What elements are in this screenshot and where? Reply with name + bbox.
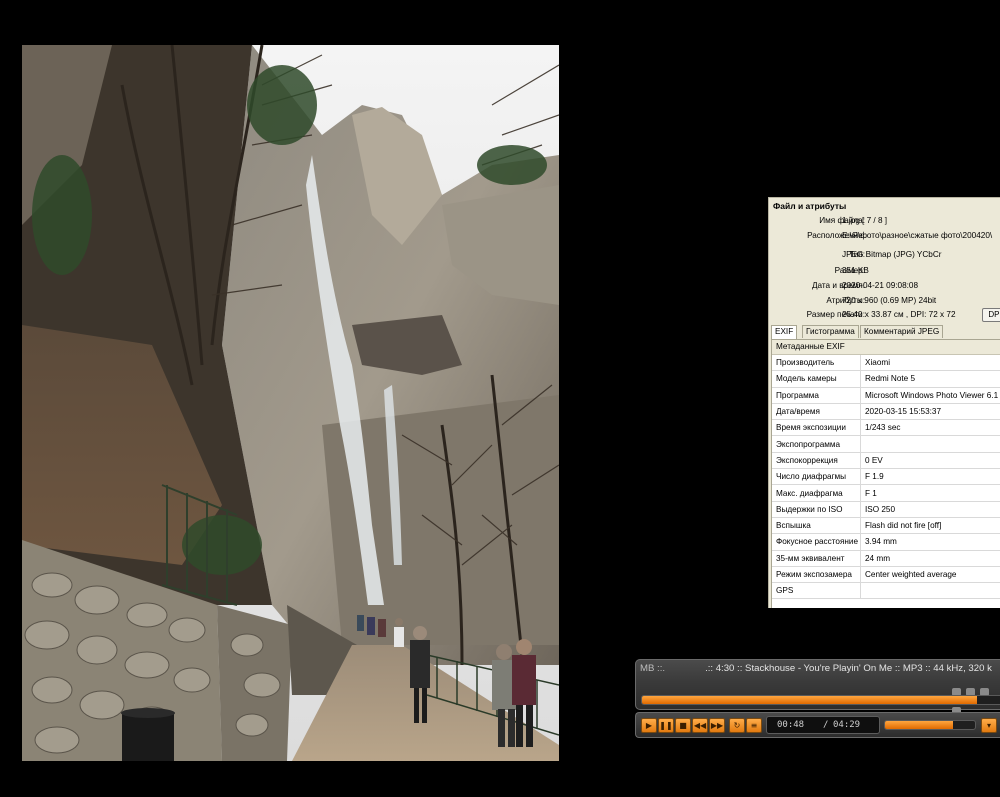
exif-value: 0 EV <box>860 452 1000 470</box>
field-value: 2020-04-21 09:08:08 <box>842 281 919 290</box>
volume-slider[interactable] <box>884 720 976 730</box>
time-display[interactable]: 00:48 / 04:29 <box>766 716 880 734</box>
stop-icon[interactable]: ■ <box>675 718 691 733</box>
exif-value: Microsoft Windows Photo Viewer 6.1 <box>860 387 1000 404</box>
table-row[interactable]: 35-мм эквивалент 24 mm <box>772 550 1000 567</box>
table-row[interactable]: Фокусное расстояние 3.94 mm <box>772 533 1000 551</box>
waterfall-photo <box>22 45 559 761</box>
table-row[interactable]: Макс. диафрагма F 1 <box>772 484 1000 502</box>
seek-bar[interactable] <box>641 695 1000 705</box>
exif-key: Вспышка <box>772 517 861 535</box>
player-display: MB ::. .:: 4:30 :: Stackhouse - You're Pl… <box>635 659 1000 715</box>
playlist-icon[interactable]: ≡ <box>746 718 762 733</box>
time-total: 04:29 <box>833 720 861 730</box>
ticker-track-info: .:: 4:30 :: Stackhouse - You're Playin' … <box>705 663 992 674</box>
table-row[interactable]: Модель камеры Redmi Note 5 <box>772 370 1000 388</box>
table-row[interactable]: Дата/время 2020-03-15 15:53:37 <box>772 403 1000 421</box>
table-row[interactable]: GPS <box>772 582 1000 600</box>
exif-key: Программа <box>772 387 861 404</box>
field-print-size: Размер печати: 25.40 x 33.87 см , DPI: 7… <box>769 309 1000 321</box>
field-size: Размер: 351 KB <box>769 265 1000 277</box>
exif-key: Дата/время <box>772 403 861 421</box>
table-row[interactable]: Вспышка Flash did not fire [off] <box>772 517 1000 535</box>
exif-key: Выдержки по ISO <box>772 501 861 518</box>
exif-value: Redmi Note 5 <box>860 370 1000 388</box>
exif-value <box>860 582 1000 600</box>
field-value: E:\Я\фото\разное\сжатые фото\200420\ <box>842 231 993 240</box>
ticker-prefix: MB ::. <box>640 663 666 674</box>
exif-value: F 1 <box>860 484 1000 502</box>
field-attributes: Атрибуты: 720 x 960 (0.69 MP) 24bit <box>769 295 1000 307</box>
exif-key: Производитель <box>772 355 861 372</box>
exif-key: Режим экспозамера <box>772 566 861 584</box>
exif-table: Производитель Xiaomi Модель камеры Redmi N… <box>772 355 1000 600</box>
field-value: JPEG Bitmap (JPG) YCbCr <box>842 250 942 259</box>
tab-exif[interactable]: EXIF <box>771 325 798 339</box>
exif-value: 24 mm <box>860 550 1000 567</box>
exif-value: Xiaomi <box>860 355 1000 372</box>
exif-value: F 1.9 <box>860 468 1000 486</box>
table-row[interactable]: Число диафрагмы F 1.9 <box>772 468 1000 486</box>
exif-value: 3.94 mm <box>860 533 1000 551</box>
field-type: Тип: JPEG Bitmap (JPG) YCbCr <box>769 249 1000 261</box>
volume-fill <box>885 721 953 729</box>
exif-key: GPS <box>772 582 861 600</box>
time-current: 00:48 <box>777 720 805 730</box>
repeat-icon[interactable]: ↻ <box>729 718 745 733</box>
next-icon[interactable]: ▶▶ <box>709 718 725 733</box>
exif-key: Макс. диафрагма <box>772 484 861 502</box>
tab-histogram[interactable]: Гистограмма <box>802 325 859 338</box>
exif-value <box>860 435 1000 453</box>
time-separator: / <box>823 720 829 730</box>
exif-value: 1/243 sec <box>860 419 1000 437</box>
field-datetime: Дата и время: 2020-04-21 09:08:08 <box>769 280 1000 292</box>
table-row[interactable]: Режим экспозамера Center weighted average <box>772 566 1000 584</box>
play-icon[interactable]: ▶ <box>641 718 657 733</box>
previous-icon[interactable]: ◀◀ <box>692 718 708 733</box>
photo-image <box>22 45 559 761</box>
table-row[interactable]: Экспопрограмма <box>772 435 1000 453</box>
exif-key: 35-мм эквивалент <box>772 550 861 567</box>
table-row[interactable]: Программа Microsoft Windows Photo Viewer … <box>772 387 1000 404</box>
field-value: 25.40 x 33.87 см , DPI: 72 x 72 <box>842 310 956 319</box>
audio-player: MB ::. .:: 4:30 :: Stackhouse - You're Pl… <box>635 659 1000 738</box>
table-row[interactable]: Производитель Xiaomi <box>772 355 1000 372</box>
file-properties-panel: Файл и атрибуты Имя файла: 1.jpg [ 7 / 8… <box>768 197 1000 608</box>
menu-icon[interactable]: ▾ <box>981 718 997 733</box>
exif-key: Модель камеры <box>772 370 861 388</box>
exif-header: Метаданные EXIF <box>772 340 1000 355</box>
table-row[interactable]: Экспокоррекция 0 EV <box>772 452 1000 470</box>
seek-fill <box>642 696 977 704</box>
field-location: Расположение: E:\Я\фото\разное\сжатые фо… <box>769 230 1000 242</box>
table-row[interactable]: Выдержки по ISO ISO 250 <box>772 501 1000 518</box>
track-ticker: MB ::. .:: 4:30 :: Stackhouse - You're Pl… <box>640 663 1000 674</box>
section-title: Файл и атрибуты <box>773 201 847 211</box>
table-row[interactable]: Время экспозиции 1/243 sec <box>772 419 1000 437</box>
exif-metadata-list[interactable]: Метаданные EXIF Производитель Xiaomi Моде… <box>771 339 1000 608</box>
field-filename: Имя файла: 1.jpg [ 7 / 8 ] <box>769 215 1000 227</box>
pause-icon[interactable]: ❚❚ <box>658 718 674 733</box>
exif-value: Flash did not fire [off] <box>860 517 1000 535</box>
field-value: 1.jpg [ 7 / 8 ] <box>842 216 888 225</box>
field-value: 720 x 960 (0.69 MP) 24bit <box>842 296 937 305</box>
exif-key: Время экспозиции <box>772 419 861 437</box>
exif-key: Фокусное расстояние <box>772 533 861 551</box>
exif-key: Экспопрограмма <box>772 435 861 453</box>
exif-key: Число диафрагмы <box>772 468 861 486</box>
dpi-button[interactable]: DPI <box>982 308 1000 322</box>
exif-value: ISO 250 <box>860 501 1000 518</box>
field-value: 351 KB <box>842 266 869 275</box>
exif-key: Экспокоррекция <box>772 452 861 470</box>
exif-value: 2020-03-15 15:53:37 <box>860 403 1000 421</box>
exif-value: Center weighted average <box>860 566 1000 584</box>
display-icons <box>952 681 1000 715</box>
player-controls: ▶ ❚❚ ■ ◀◀ ▶▶ ↻ ≡ 00:48 / 04:29 ▾ <box>635 712 1000 738</box>
tab-jpeg-comment[interactable]: Комментарий JPEG <box>860 325 944 338</box>
